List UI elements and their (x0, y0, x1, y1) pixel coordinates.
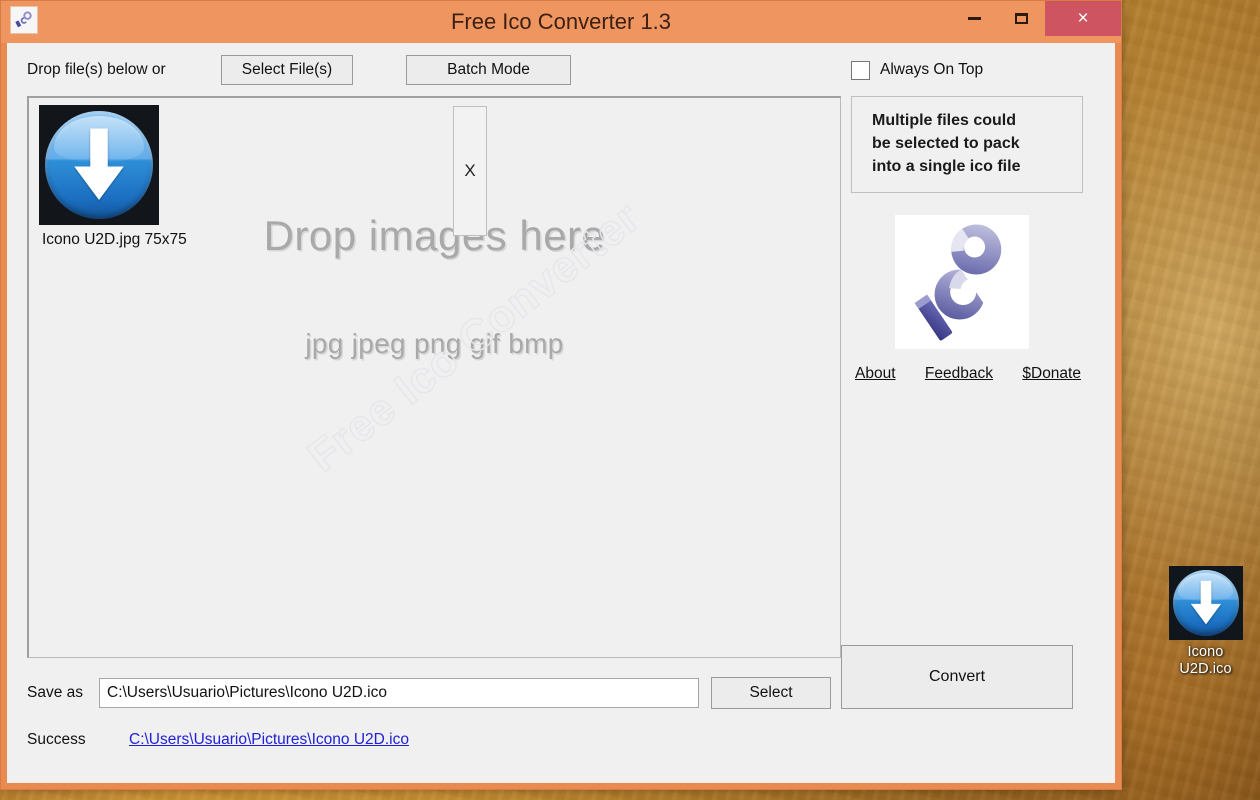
desktop-icon-label: Icono U2D.ico (1153, 644, 1258, 678)
feedback-link[interactable]: Feedback (925, 365, 993, 383)
desktop-background: Icono U2D.ico Free Ico Converter 1.3 × D… (0, 0, 1260, 800)
ico-brand-logo (895, 215, 1029, 349)
maximize-button[interactable] (998, 1, 1045, 36)
drop-files-label: Drop file(s) below or (27, 61, 166, 78)
window-client-area: Drop file(s) below or Select File(s) Bat… (7, 43, 1115, 783)
save-as-row: Save as Select (27, 677, 835, 709)
about-link[interactable]: About (855, 365, 896, 383)
save-as-input[interactable] (99, 678, 699, 708)
convert-button[interactable]: Convert (841, 645, 1073, 709)
desktop-icon-label-line2: U2D.ico (1179, 661, 1232, 677)
blue-down-arrow-icon (1172, 570, 1239, 636)
blue-down-arrow-icon (45, 111, 153, 219)
app-window: Free Ico Converter 1.3 × Drop file(s) be… (0, 0, 1122, 790)
down-arrow-glyph (1190, 580, 1221, 625)
info-box: Multiple files could be selected to pack… (851, 96, 1083, 193)
close-icon: × (1077, 7, 1089, 29)
minimize-icon (968, 17, 981, 20)
always-on-top-row[interactable]: Always On Top (851, 57, 1097, 83)
status-row: Success C:\Users\Usuario\Pictures\Icono … (27, 731, 835, 749)
always-on-top-label: Always On Top (880, 61, 984, 78)
links-row: About Feedback $Donate (851, 365, 1083, 383)
select-files-button[interactable]: Select File(s) (221, 55, 353, 85)
info-box-text: Multiple files could be selected to pack… (872, 112, 1021, 175)
sidebar: Always On Top Multiple files could be se… (835, 43, 1097, 783)
desktop-icon-image (1168, 566, 1243, 640)
app-icon-glyph (15, 11, 32, 28)
close-button[interactable]: × (1045, 1, 1121, 36)
select-path-button[interactable]: Select (711, 677, 831, 709)
desktop-icon-icono-u2d[interactable]: Icono U2D.ico (1153, 566, 1258, 678)
donate-link[interactable]: $Donate (1022, 365, 1081, 383)
file-thumbnail-item[interactable]: Icono U2D.jpg 75x75 (39, 105, 187, 248)
batch-mode-button[interactable]: Batch Mode (406, 55, 571, 85)
drop-zone[interactable]: Drop images here jpg jpeg png gif bmp Fr… (27, 96, 841, 658)
output-file-link[interactable]: C:\Users\Usuario\Pictures\Icono U2D.ico (129, 731, 409, 749)
always-on-top-checkbox[interactable] (851, 60, 870, 80)
minimize-button[interactable] (951, 1, 998, 36)
save-as-label: Save as (27, 684, 84, 701)
file-thumbnail-image (39, 105, 159, 225)
status-label: Success (27, 731, 86, 748)
ico-logo-graphic (914, 224, 1002, 341)
window-controls: × (951, 1, 1121, 36)
toolbar: Drop file(s) below or Select File(s) Bat… (27, 53, 835, 87)
down-arrow-glyph (74, 128, 124, 200)
main-panel: Drop file(s) below or Select File(s) Bat… (7, 43, 841, 783)
ico-logo-icon (10, 6, 38, 34)
file-thumbnail-label: Icono U2D.jpg 75x75 (42, 231, 187, 248)
desktop-icon-label-line1: Icono (1187, 644, 1224, 660)
maximize-icon (1015, 13, 1028, 24)
title-bar[interactable]: Free Ico Converter 1.3 × (1, 1, 1121, 43)
remove-file-button[interactable]: X (453, 106, 487, 236)
